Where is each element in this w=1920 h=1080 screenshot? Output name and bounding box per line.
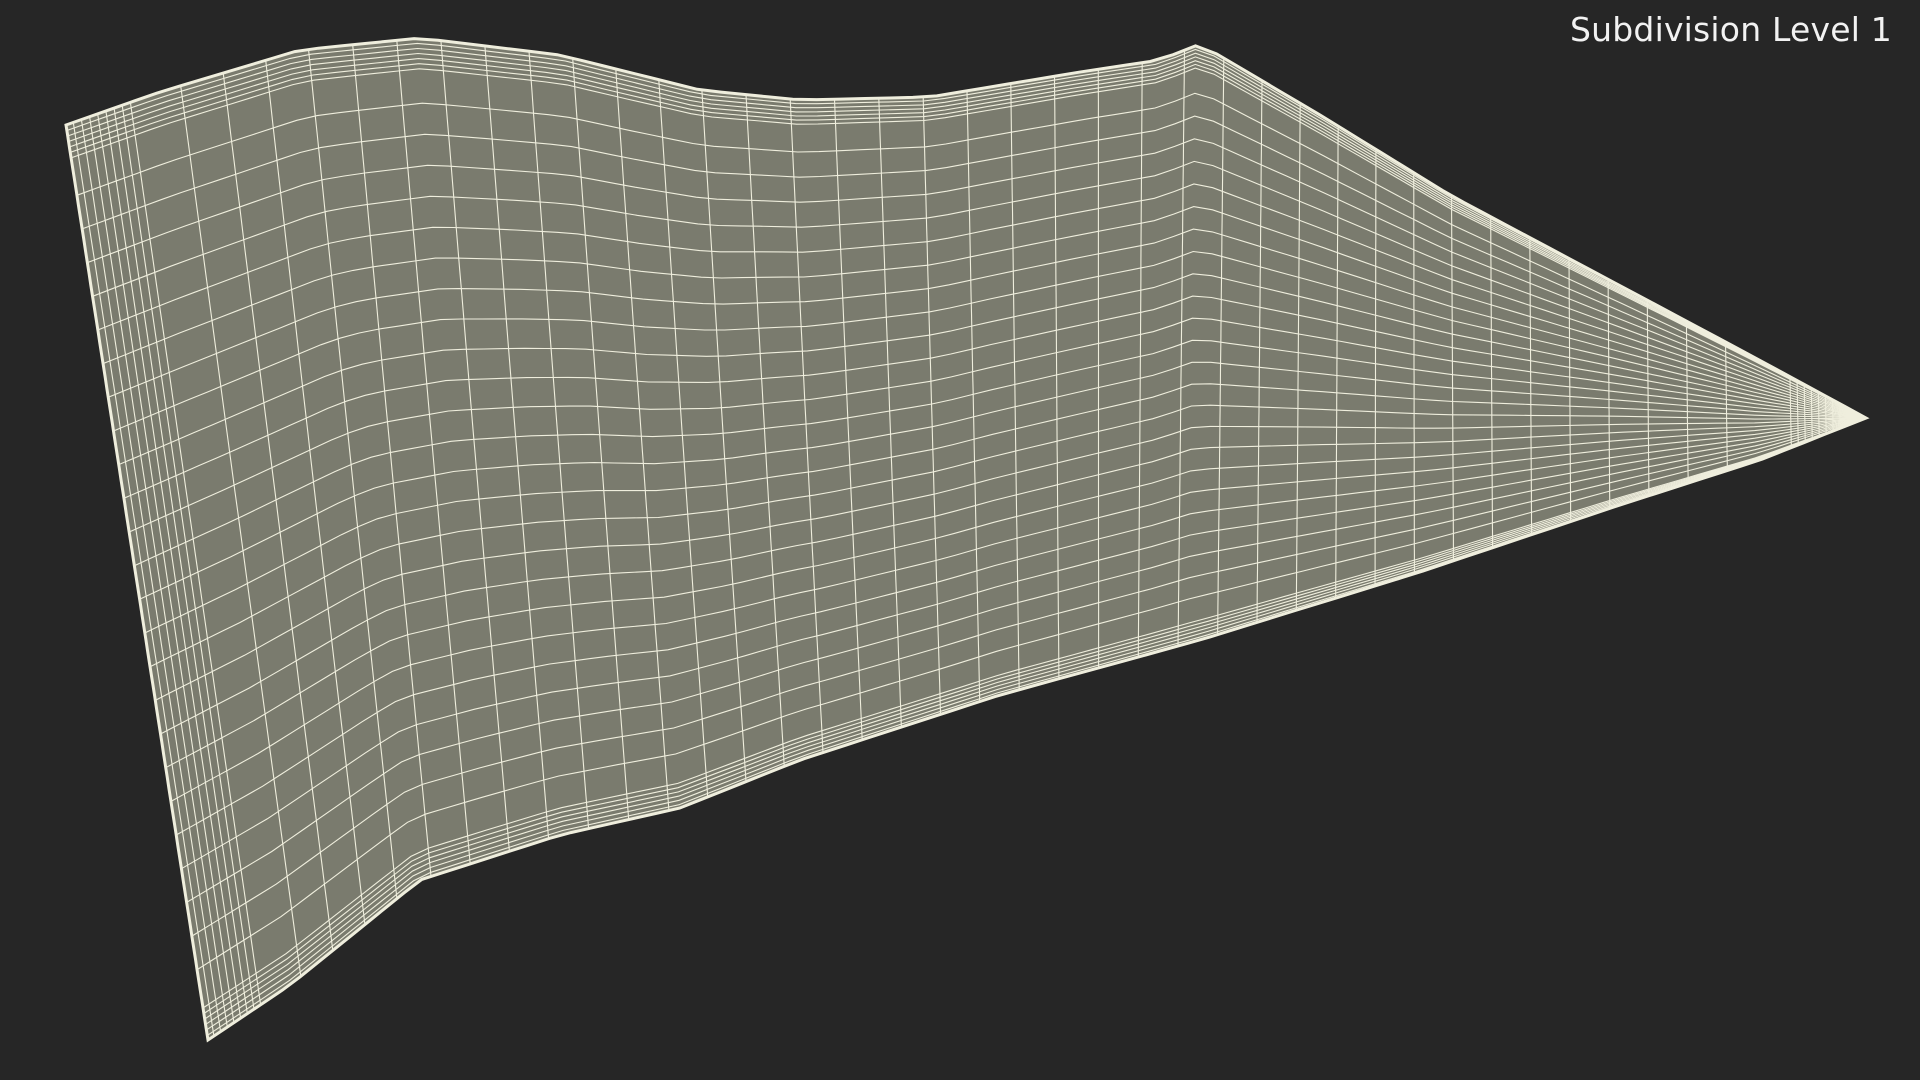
mesh-surface <box>66 38 1866 1041</box>
mesh-edge-column <box>1413 172 1415 574</box>
subdivision-level-label: Subdivision Level 1 <box>1570 10 1892 49</box>
3d-viewport[interactable]: Subdivision Level 1 <box>0 0 1920 1080</box>
wireframe-mesh <box>64 37 1870 1043</box>
